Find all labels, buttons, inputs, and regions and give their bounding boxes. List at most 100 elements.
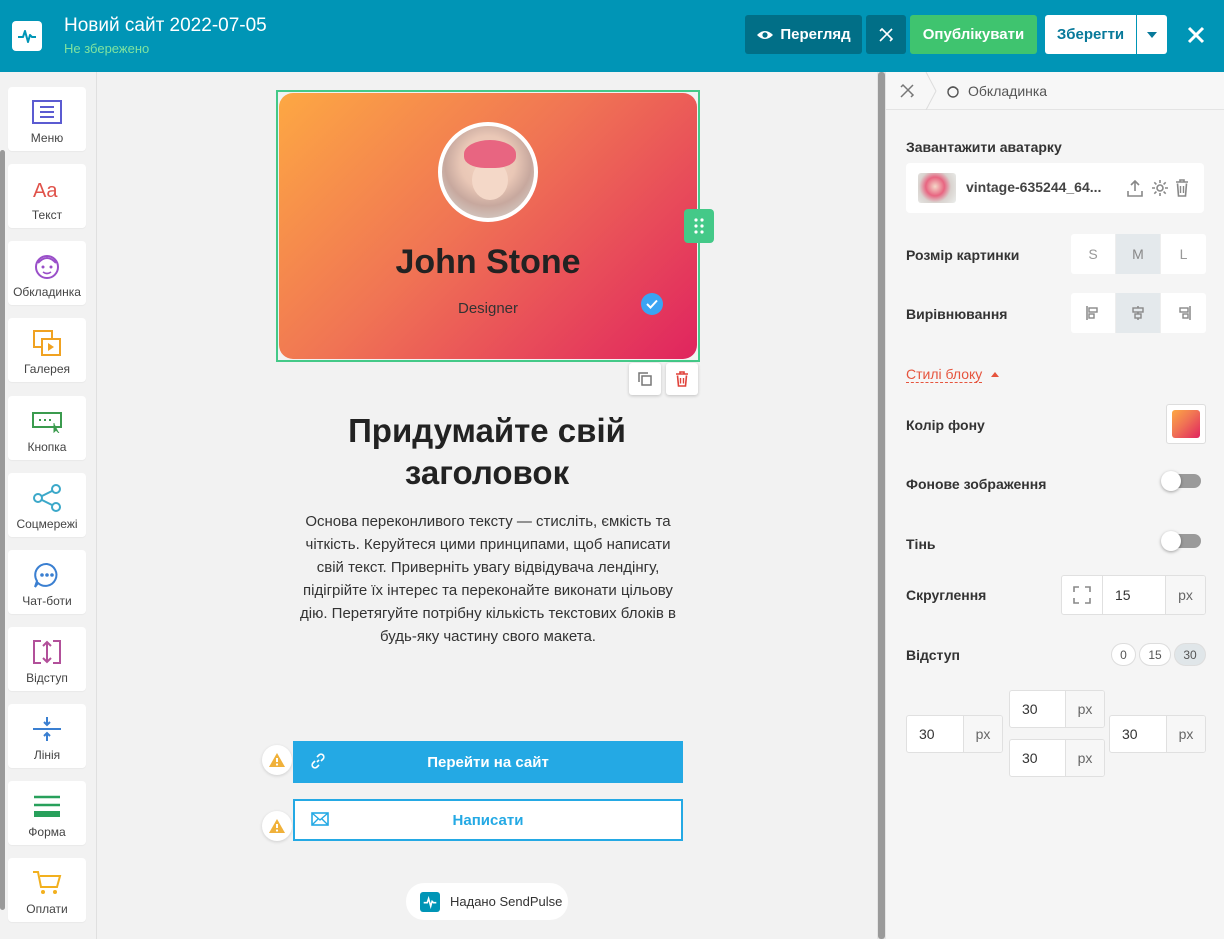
sidebar-scrollbar[interactable] bbox=[0, 150, 5, 910]
padding-unit: px bbox=[1065, 740, 1104, 776]
trash-icon[interactable] bbox=[1175, 179, 1189, 197]
size-option-s[interactable]: S bbox=[1071, 234, 1116, 274]
write-button[interactable]: Написати bbox=[293, 799, 683, 841]
sidebar-item-gallery[interactable]: Галерея bbox=[8, 318, 86, 382]
sidebar-item-form[interactable]: Форма bbox=[8, 781, 86, 845]
close-icon bbox=[1187, 26, 1205, 43]
form-icon bbox=[34, 795, 60, 817]
cta-label: Написати bbox=[452, 811, 524, 829]
upload-avatar-label: Завантажити аватарку bbox=[906, 139, 1062, 155]
breadcrumb-design-icon[interactable] bbox=[898, 82, 916, 105]
padding-left-input[interactable]: 30 bbox=[907, 716, 963, 752]
rounding-input[interactable]: 15 bbox=[1103, 576, 1165, 614]
rounding-label: Скруглення bbox=[906, 587, 987, 603]
padding-top-input[interactable]: 30 bbox=[1010, 691, 1065, 727]
sidebar-item-spacing[interactable]: Відступ bbox=[8, 627, 86, 691]
sidebar-item-divider[interactable]: Лінія bbox=[8, 704, 86, 768]
envelope-icon bbox=[311, 812, 329, 826]
powered-by-badge[interactable]: Надано SendPulse bbox=[406, 883, 568, 920]
eye-icon bbox=[757, 30, 774, 39]
padding-unit: px bbox=[1166, 716, 1205, 752]
svg-text:Aa: Aa bbox=[33, 180, 58, 201]
cover-icon bbox=[35, 255, 59, 279]
avatar-thumbnail bbox=[918, 173, 956, 203]
avatar-file-name: vintage-635244_64... bbox=[966, 179, 1102, 195]
sidebar-item-label: Соцмережі bbox=[16, 517, 78, 531]
bg-color-swatch[interactable] bbox=[1166, 404, 1206, 444]
padding-right-field: 30 px bbox=[1109, 715, 1206, 753]
upload-icon[interactable] bbox=[1127, 179, 1143, 197]
sidebar-item-label: Форма bbox=[28, 825, 66, 839]
sidebar-item-label: Оплати bbox=[26, 902, 68, 916]
warning-icon[interactable] bbox=[262, 811, 292, 841]
align-right-icon bbox=[1178, 306, 1191, 320]
padding-preset-30[interactable]: 30 bbox=[1174, 643, 1206, 666]
sidebar-item-social[interactable]: Соцмережі bbox=[8, 473, 86, 537]
preview-button[interactable]: Перегляд bbox=[745, 15, 862, 54]
align-center-button[interactable] bbox=[1116, 293, 1161, 333]
save-button[interactable]: Зберегти bbox=[1045, 15, 1136, 54]
delete-block-button[interactable] bbox=[666, 363, 698, 395]
cover-avatar[interactable] bbox=[438, 122, 538, 222]
link-icon bbox=[311, 753, 325, 769]
sidebar-item-label: Текст bbox=[31, 208, 63, 222]
caret-up-icon bbox=[991, 372, 999, 377]
sidebar-item-button[interactable]: Кнопка bbox=[8, 396, 86, 460]
drag-dots-icon bbox=[694, 218, 704, 234]
chat-icon bbox=[34, 562, 58, 588]
padding-right-input[interactable]: 30 bbox=[1110, 716, 1166, 752]
sidebar-item-label: Відступ bbox=[26, 671, 68, 685]
warning-icon[interactable] bbox=[262, 745, 292, 775]
save-dropdown-button[interactable] bbox=[1137, 15, 1167, 54]
close-button[interactable] bbox=[1180, 15, 1212, 54]
sidebar-item-cover[interactable]: Обкладинка bbox=[8, 241, 86, 305]
cta-label: Перейти на сайт bbox=[427, 753, 549, 771]
bg-image-toggle[interactable] bbox=[1161, 471, 1201, 491]
go-to-site-button[interactable]: Перейти на сайт bbox=[293, 741, 683, 783]
sidebar-item-label: Кнопка bbox=[27, 440, 67, 454]
padding-bottom-field: 30 px bbox=[1009, 739, 1105, 777]
padding-preset-0[interactable]: 0 bbox=[1111, 643, 1136, 666]
bg-color-label: Колір фону bbox=[906, 417, 985, 433]
gear-icon[interactable] bbox=[1151, 179, 1169, 197]
breadcrumb-item-cover[interactable]: Обкладинка bbox=[946, 83, 1047, 99]
sidebar-item-menu[interactable]: Меню bbox=[8, 87, 86, 151]
padding-bottom-input[interactable]: 30 bbox=[1010, 740, 1065, 776]
corners-icon bbox=[1073, 586, 1091, 604]
sendpulse-logo-icon[interactable] bbox=[12, 21, 42, 51]
sidebar-item-chatbots[interactable]: Чат-боти bbox=[8, 550, 86, 614]
design-button[interactable] bbox=[866, 15, 906, 54]
padding-preset-15[interactable]: 15 bbox=[1139, 643, 1171, 666]
sidebar-item-text[interactable]: Aa Текст bbox=[8, 164, 86, 228]
trash-icon bbox=[676, 371, 688, 387]
sendpulse-logo-icon bbox=[420, 891, 440, 912]
share-icon bbox=[33, 484, 61, 512]
spacing-icon bbox=[33, 640, 61, 664]
cover-icon bbox=[947, 86, 959, 98]
block-styles-toggle[interactable]: Стилі блоку bbox=[906, 366, 983, 383]
align-center-icon bbox=[1132, 306, 1144, 320]
publish-button[interactable]: Опублікувати bbox=[910, 15, 1037, 54]
align-left-button[interactable] bbox=[1071, 293, 1116, 333]
save-status: Не збережено bbox=[64, 41, 150, 56]
duplicate-block-button[interactable] bbox=[629, 363, 661, 395]
cover-role[interactable]: Designer bbox=[279, 300, 697, 317]
sidebar-item-label: Чат-боти bbox=[22, 594, 72, 608]
canvas-scrollbar[interactable] bbox=[877, 72, 886, 939]
body-text[interactable]: Основа переконливого тексту — стисліть, … bbox=[298, 510, 678, 648]
alignment-selector bbox=[1071, 293, 1206, 333]
sidebar-item-payments[interactable]: Оплати bbox=[8, 858, 86, 922]
align-right-button[interactable] bbox=[1161, 293, 1206, 333]
sidebar-item-label: Галерея bbox=[23, 362, 71, 376]
shadow-toggle[interactable] bbox=[1161, 531, 1201, 551]
padding-unit: px bbox=[1065, 691, 1104, 727]
size-option-l[interactable]: L bbox=[1161, 234, 1206, 274]
rounding-all-corners-button[interactable] bbox=[1061, 575, 1103, 615]
verified-badge-icon bbox=[641, 293, 663, 315]
cover-name[interactable]: John Stone bbox=[279, 243, 697, 282]
drag-handle[interactable] bbox=[684, 209, 714, 243]
sidebar-item-label: Лінія bbox=[33, 748, 61, 762]
page-heading[interactable]: Придумайте свій заголовок bbox=[290, 410, 684, 494]
size-option-m[interactable]: M bbox=[1116, 234, 1161, 274]
site-title[interactable]: Новий сайт 2022-07-05 bbox=[64, 15, 267, 37]
